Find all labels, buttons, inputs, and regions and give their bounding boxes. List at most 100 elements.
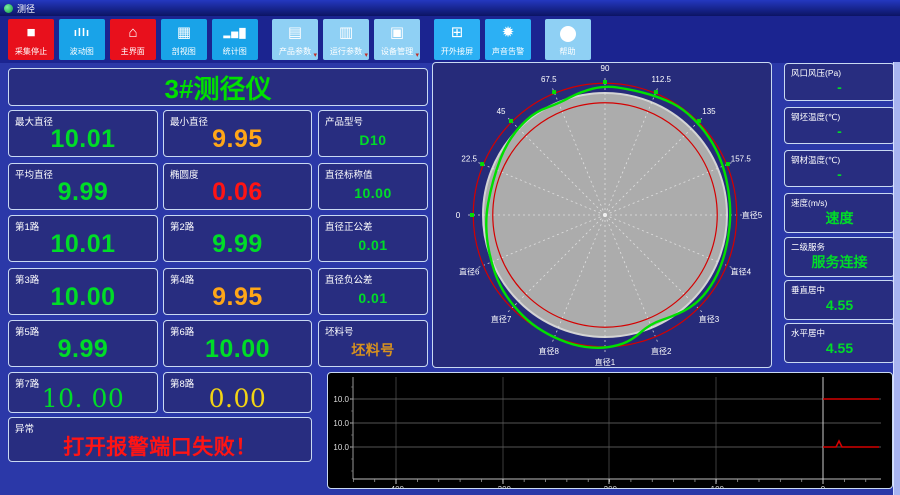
app-icon	[4, 3, 13, 13]
polar-axis-label: 直径7	[491, 314, 512, 324]
waveform-icon: ıllı	[73, 27, 91, 39]
status-panel: 钢坯温度(℃) -	[784, 107, 895, 144]
measurement-cell: 第2路 9.99	[163, 215, 312, 262]
status-value: -	[837, 122, 842, 139]
cell-value: 10.00	[50, 283, 116, 311]
measurement-cell: 最小直径 9.95	[163, 110, 312, 157]
abnormal-panel: 异常 打开报警端口失败！	[8, 417, 312, 462]
polar-label-marker	[552, 90, 557, 95]
gauge-title-panel: 3#测径仪	[8, 68, 428, 106]
status-value: 4.55	[825, 297, 854, 313]
cell-value: 0.01	[358, 289, 388, 306]
polar-axis-label: 直径8	[539, 346, 560, 356]
params-icon: ▤	[287, 24, 303, 41]
polar-axis-label: 90	[601, 64, 610, 73]
toolbar-button-label: 开外接屏	[440, 46, 474, 56]
toolbar-button-fluctuation-chart[interactable]: ıllı 波动图	[59, 19, 105, 60]
cell-value: 0.00	[208, 384, 267, 413]
status-panel: 风口风压(Pa) -	[784, 63, 895, 101]
toolbar-button-label: 产品参数	[278, 46, 312, 56]
measurement-cell: 第8路 0.00	[163, 372, 312, 413]
strip-x-tick-label: -400	[388, 485, 405, 488]
scrollbar[interactable]	[893, 62, 900, 495]
spec-cell: 直径正公差 0.01	[318, 215, 428, 262]
toolbar-button-label: 主界面	[120, 46, 146, 56]
toolbar-button-help[interactable]: ? 帮助	[545, 19, 591, 60]
abnormal-message: 打开报警端口失败！	[63, 435, 257, 459]
toolbar-button-stop-acquisition[interactable]: ■ 采集停止	[8, 19, 54, 60]
toolbar-button-label: 帮助	[559, 46, 577, 56]
spec-cell: 坯料号 坯料号	[318, 320, 428, 367]
measurement-cell: 椭圆度 0.06	[163, 163, 312, 210]
gauge-title: 3#测径仪	[164, 73, 272, 104]
status-panel: 速度(m/s) 速度	[784, 193, 895, 233]
cell-value: 10.01	[50, 125, 116, 153]
toolbar-button-section-view[interactable]: ▦ 剖视图	[161, 19, 207, 60]
polar-axis-label: 直径6	[459, 266, 480, 276]
measurement-cell: 最大直径 10.01	[8, 110, 158, 157]
toolbar-button-label: 统计图	[222, 46, 248, 56]
cell-value: D10	[359, 131, 387, 148]
polar-axis-label: 135	[702, 107, 716, 116]
toolbar-button-statistics-chart[interactable]: ▂▅█ 统计图	[212, 19, 258, 60]
strip-y-tick-label: 10.0	[333, 443, 349, 452]
toolbar-button-run-params[interactable]: ▥ 运行参数 ▾	[323, 19, 369, 60]
toolbar-button-product-params[interactable]: ▤ 产品参数 ▾	[272, 19, 318, 60]
strip-x-tick-label: -200	[601, 485, 618, 488]
toolbar-button-main-screen[interactable]: ⌂ 主界面	[110, 19, 156, 60]
polar-axis-label: 直径2	[651, 346, 672, 356]
trend-strip-chart: 10.0 10.0 10.0 -400 -300 -200 -100 0	[333, 377, 881, 494]
status-value: 速度	[825, 210, 854, 226]
strip-y-tick-label: 10.0	[333, 419, 349, 428]
status-value: 服务连接	[811, 254, 868, 270]
dropdown-arrow-icon: ▾	[313, 52, 317, 59]
toolbar-button-external-screen[interactable]: ⊞ 开外接屏	[434, 19, 480, 60]
status-value: 4.55	[825, 340, 854, 356]
measurement-cell: 平均直径 9.99	[8, 163, 158, 210]
run-params-icon: ▥	[338, 24, 354, 41]
toolbar-button-label: 采集停止	[14, 46, 48, 56]
polar-label-marker	[470, 213, 474, 217]
barchart-icon: ▂▅█	[223, 28, 247, 38]
polar-axis-label: 45	[497, 107, 506, 116]
spec-cell: 产品型号 D10	[318, 110, 428, 157]
polar-axis-label: 157.5	[731, 155, 752, 164]
cell-value: 0.06	[212, 178, 263, 206]
dropdown-arrow-icon: ▾	[364, 52, 368, 59]
status-panel: 钢材温度(℃) -	[784, 150, 895, 187]
cell-value: 坯料号	[351, 341, 395, 358]
polar-axis-label: 112.5	[652, 75, 672, 84]
polar-label-marker	[480, 162, 485, 167]
toolbar-button-label: 设备管理	[380, 46, 414, 56]
toolbar-button-label: 声音告警	[491, 46, 525, 56]
help-icon: ?	[560, 26, 576, 42]
status-value: -	[837, 79, 842, 95]
strip-x-tick-label: 0	[821, 485, 826, 488]
measurement-cell: 第3路 10.00	[8, 268, 158, 315]
polar-axis-label: 0	[456, 211, 461, 220]
polar-axis-label: 直径3	[699, 314, 720, 324]
profile-polar-chart: 0 22.5 45 67.5 90 112.5 135 157.5 直径5 直径4 直径3 直径2 直径…	[456, 64, 763, 367]
strip-red-trend-line	[823, 439, 879, 448]
toolbar-button-sound-alarm[interactable]: ✹ 声音告警	[485, 19, 531, 60]
toolbar-button-device-management[interactable]: ▣ 设备管理 ▾	[374, 19, 420, 60]
cell-value: 0.01	[358, 236, 388, 253]
strip-x-tick-label: -100	[708, 485, 725, 488]
profile-polar-chart-panel: 0 22.5 45 67.5 90 112.5 135 157.5 直径5 直径4 直径3 直径2 直径…	[432, 62, 772, 368]
alarm-icon: ✹	[501, 24, 515, 41]
status-panel: 水平居中 4.55	[784, 323, 895, 363]
spec-cell: 直径负公差 0.01	[318, 268, 428, 315]
status-panel: 二级服务 服务连接	[784, 237, 895, 277]
stop-icon: ■	[26, 24, 36, 41]
polar-axis-label: 67.5	[541, 75, 557, 84]
polar-center-dot	[603, 213, 607, 217]
strip-y-tick-label: 10.0	[333, 395, 349, 404]
measurement-cell: 第6路 10.00	[163, 320, 312, 367]
title-bar: 测径	[0, 0, 900, 16]
measurement-cell: 第5路 9.99	[8, 320, 158, 367]
window-title: 测径	[17, 3, 36, 14]
toolbar-button-label: 剖视图	[171, 46, 197, 56]
toolbar: ■ 采集停止 ıllı 波动图 ⌂ 主界面 ▦ 剖视图 ▂▅█ 统计图 ▤ 产品参数 ▾ ▥ 运行参数 ▾ ▣ 设…	[0, 16, 900, 63]
status-value: -	[837, 165, 842, 182]
home-icon: ⌂	[128, 24, 138, 41]
